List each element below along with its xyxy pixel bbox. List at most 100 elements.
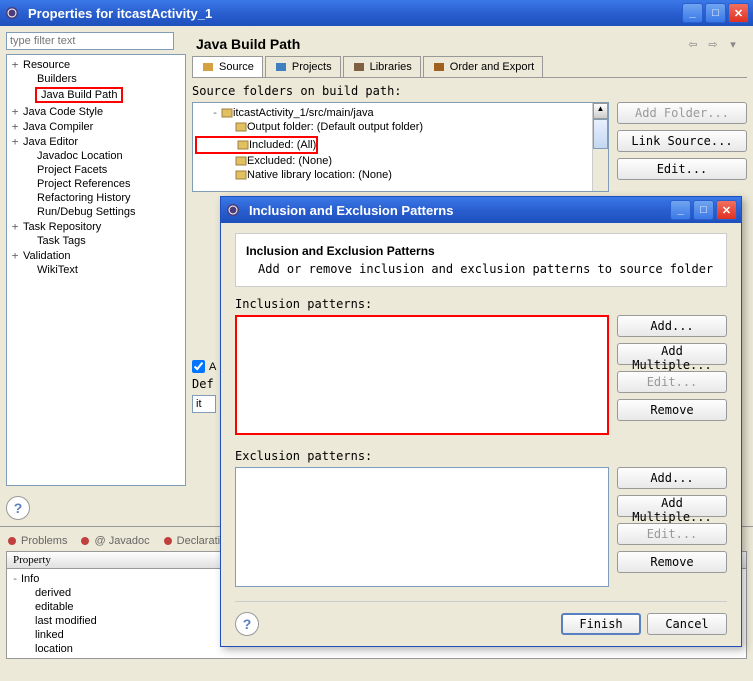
- view-tab[interactable]: Problems: [6, 535, 67, 547]
- source-tree-text: Native library location: (None): [247, 169, 392, 181]
- modal-header-panel: Inclusion and Exclusion Patterns Add or …: [235, 233, 727, 287]
- exc-icon: [235, 155, 247, 167]
- modal-close-button[interactable]: ✕: [716, 200, 737, 220]
- source-tree-row[interactable]: - itcastActivity_1/src/main/java: [195, 105, 606, 120]
- exclusion-add-multiple-button[interactable]: Add Multiple...: [617, 495, 727, 517]
- close-button[interactable]: ✕: [728, 3, 749, 23]
- maximize-button[interactable]: □: [705, 3, 726, 23]
- inc-icon: [237, 139, 249, 151]
- exclusion-remove-button[interactable]: Remove: [617, 551, 727, 573]
- tab-source[interactable]: Source: [192, 56, 263, 77]
- source-tree-row[interactable]: Native library location: (None): [195, 168, 606, 182]
- exclusion-list[interactable]: [235, 467, 609, 587]
- expand-icon[interactable]: +: [9, 105, 21, 118]
- scroll-thumb[interactable]: [593, 119, 608, 149]
- expand-icon[interactable]: +: [9, 120, 21, 133]
- tree-label: Refactoring History: [35, 192, 133, 204]
- tree-item[interactable]: +Java Editor: [9, 134, 183, 149]
- tree-item[interactable]: Project References: [9, 177, 183, 191]
- menu-arrow-icon[interactable]: ▾: [723, 38, 743, 51]
- tree-item[interactable]: Java Build Path: [9, 86, 183, 104]
- tree-label: Task Repository: [21, 221, 103, 233]
- inclusion-remove-button[interactable]: Remove: [617, 399, 727, 421]
- tree-label: Java Compiler: [21, 121, 95, 133]
- help-icon[interactable]: ?: [6, 496, 30, 520]
- view-icon: [6, 535, 18, 547]
- tree-item[interactable]: +Task Repository: [9, 219, 183, 234]
- tree-label: WikiText: [35, 264, 80, 276]
- expand-icon[interactable]: +: [9, 58, 21, 71]
- source-tree-text: Output folder: (Default output folder): [247, 121, 423, 133]
- scroll-up-icon[interactable]: ▲: [593, 103, 608, 119]
- nav-tree[interactable]: +ResourceBuildersJava Build Path+Java Co…: [6, 54, 186, 486]
- expand-icon[interactable]: -: [209, 106, 221, 119]
- source-tree-row[interactable]: Excluded: (None): [195, 154, 606, 168]
- source-tree-row[interactable]: Output folder: (Default output folder): [195, 120, 606, 134]
- property-label: Info: [21, 573, 39, 585]
- tab-order-and-export[interactable]: Order and Export: [423, 56, 543, 77]
- source-folders-label: Source folders on build path:: [192, 84, 747, 98]
- eclipse-icon: [4, 5, 20, 21]
- tree-item[interactable]: Task Tags: [9, 234, 183, 248]
- finish-button[interactable]: Finish: [561, 613, 641, 635]
- source-tree-text: Excluded: (None): [247, 155, 332, 167]
- inclusion-label: Inclusion patterns:: [235, 297, 727, 311]
- panel-title: Java Build Path: [196, 36, 683, 52]
- modal-heading: Inclusion and Exclusion Patterns: [246, 244, 716, 258]
- tree-item[interactable]: +Java Compiler: [9, 119, 183, 134]
- tab-icon: [352, 60, 366, 74]
- inclusion-add-multiple-button[interactable]: Add Multiple...: [617, 343, 727, 365]
- exclusion-add-button[interactable]: Add...: [617, 467, 727, 489]
- modal-titlebar: Inclusion and Exclusion Patterns _ □ ✕: [221, 197, 741, 223]
- edit-button[interactable]: Edit...: [617, 158, 747, 180]
- view-label: @ Javadoc: [94, 535, 149, 547]
- property-label: derived: [35, 587, 71, 599]
- default-output-input[interactable]: [192, 395, 216, 413]
- modal-description: Add or remove inclusion and exclusion pa…: [258, 262, 716, 276]
- tree-item[interactable]: WikiText: [9, 263, 183, 277]
- link-source-button[interactable]: Link Source...: [617, 130, 747, 152]
- tree-label: Javadoc Location: [35, 150, 125, 162]
- tree-item[interactable]: Builders: [9, 72, 183, 86]
- expand-icon[interactable]: -: [9, 572, 21, 585]
- main-title: Properties for itcastActivity_1: [24, 6, 682, 21]
- source-tree-row[interactable]: Included: (All): [195, 136, 318, 154]
- back-arrow-icon[interactable]: ⇦: [683, 38, 703, 51]
- folder-icon: [221, 107, 233, 119]
- expand-icon[interactable]: +: [9, 220, 21, 233]
- tree-label: Run/Debug Settings: [35, 206, 137, 218]
- source-tree-text: Included: (All): [249, 139, 316, 151]
- view-tab[interactable]: @ Javadoc: [79, 535, 149, 547]
- add-folder-button[interactable]: Add Folder...: [617, 102, 747, 124]
- allow-checkbox[interactable]: [192, 360, 205, 373]
- view-tab[interactable]: Declarati: [162, 535, 220, 547]
- tree-item[interactable]: Project Facets: [9, 163, 183, 177]
- modal-maximize-button[interactable]: □: [693, 200, 714, 220]
- tree-item[interactable]: Run/Debug Settings: [9, 205, 183, 219]
- filter-input[interactable]: [6, 32, 174, 50]
- tree-item[interactable]: Javadoc Location: [9, 149, 183, 163]
- source-tree-text: itcastActivity_1/src/main/java: [233, 107, 374, 119]
- inclusion-edit-button[interactable]: Edit...: [617, 371, 727, 393]
- inclusion-add-button[interactable]: Add...: [617, 315, 727, 337]
- tree-item[interactable]: +Validation: [9, 248, 183, 263]
- tab-libraries[interactable]: Libraries: [343, 56, 421, 77]
- tree-item[interactable]: +Resource: [9, 57, 183, 72]
- tab-projects[interactable]: Projects: [265, 56, 341, 77]
- modal-minimize-button[interactable]: _: [670, 200, 691, 220]
- cancel-button[interactable]: Cancel: [647, 613, 727, 635]
- expand-icon[interactable]: +: [9, 249, 21, 262]
- property-label: editable: [35, 601, 74, 613]
- inclusion-list[interactable]: [235, 315, 609, 435]
- exclusion-edit-button[interactable]: Edit...: [617, 523, 727, 545]
- source-tree[interactable]: - itcastActivity_1/src/main/java Output …: [192, 102, 609, 192]
- tree-item[interactable]: Refactoring History: [9, 191, 183, 205]
- expand-icon[interactable]: +: [9, 135, 21, 148]
- modal-help-icon[interactable]: ?: [235, 612, 259, 636]
- minimize-button[interactable]: _: [682, 3, 703, 23]
- tree-item[interactable]: +Java Code Style: [9, 104, 183, 119]
- scrollbar[interactable]: ▲: [592, 103, 608, 191]
- tab-label: Projects: [292, 61, 332, 73]
- tabs-row: Source Projects LibrariesOrder and Export: [192, 56, 747, 78]
- fwd-arrow-icon[interactable]: ⇨: [703, 38, 723, 51]
